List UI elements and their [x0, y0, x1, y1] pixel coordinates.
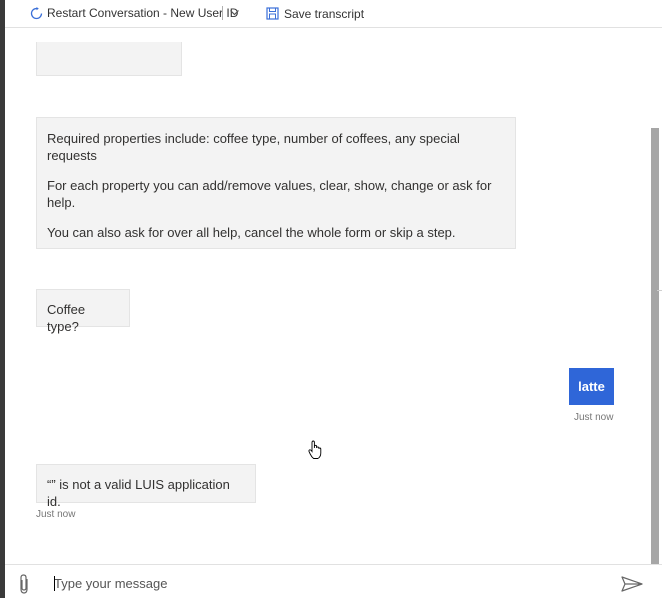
attachment-icon[interactable] — [17, 573, 31, 595]
send-icon[interactable] — [621, 576, 643, 592]
question-text: Coffee type? — [47, 302, 86, 334]
instruction-line-2: For each property you can add/remove val… — [47, 178, 492, 210]
hand-cursor-icon — [308, 440, 322, 460]
chat-transcript[interactable]: Required properties include: coffee type… — [5, 28, 662, 564]
toolbar-divider — [222, 6, 223, 20]
bot-message-error: “” is not a valid LUIS application id. — [36, 464, 256, 509]
message-input-bar — [5, 564, 662, 599]
instruction-line-1: Required properties include: coffee type… — [47, 131, 460, 163]
scrollbar-thumb[interactable] — [651, 128, 659, 564]
save-transcript-button[interactable]: Save transcript — [266, 7, 364, 21]
bot-message-partial — [36, 42, 182, 76]
save-transcript-label: Save transcript — [284, 7, 365, 21]
toolbar: Restart Conversation - New User ID Save … — [5, 0, 662, 28]
bot-message-question: Coffee type? — [36, 289, 130, 334]
message-input[interactable] — [54, 573, 594, 593]
user-message-timestamp: Just now — [574, 412, 614, 423]
user-message-text: latte — [578, 379, 605, 394]
bot-message-instructions: Required properties include: coffee type… — [36, 117, 516, 249]
window-edge-line — [657, 290, 662, 291]
text-caret — [54, 576, 55, 591]
restart-conversation-label: Restart Conversation - New User ID — [47, 6, 239, 20]
instruction-line-3: You can also ask for over all help, canc… — [47, 225, 456, 240]
user-message: latte — [569, 368, 614, 405]
bot-error-timestamp: Just now — [36, 509, 76, 520]
save-icon — [266, 7, 280, 21]
chevron-down-icon[interactable] — [229, 6, 240, 19]
error-text: “” is not a valid LUIS application id. — [47, 477, 230, 509]
restart-conversation-button[interactable]: Restart Conversation - New User ID — [30, 6, 238, 20]
restart-icon — [30, 6, 43, 20]
